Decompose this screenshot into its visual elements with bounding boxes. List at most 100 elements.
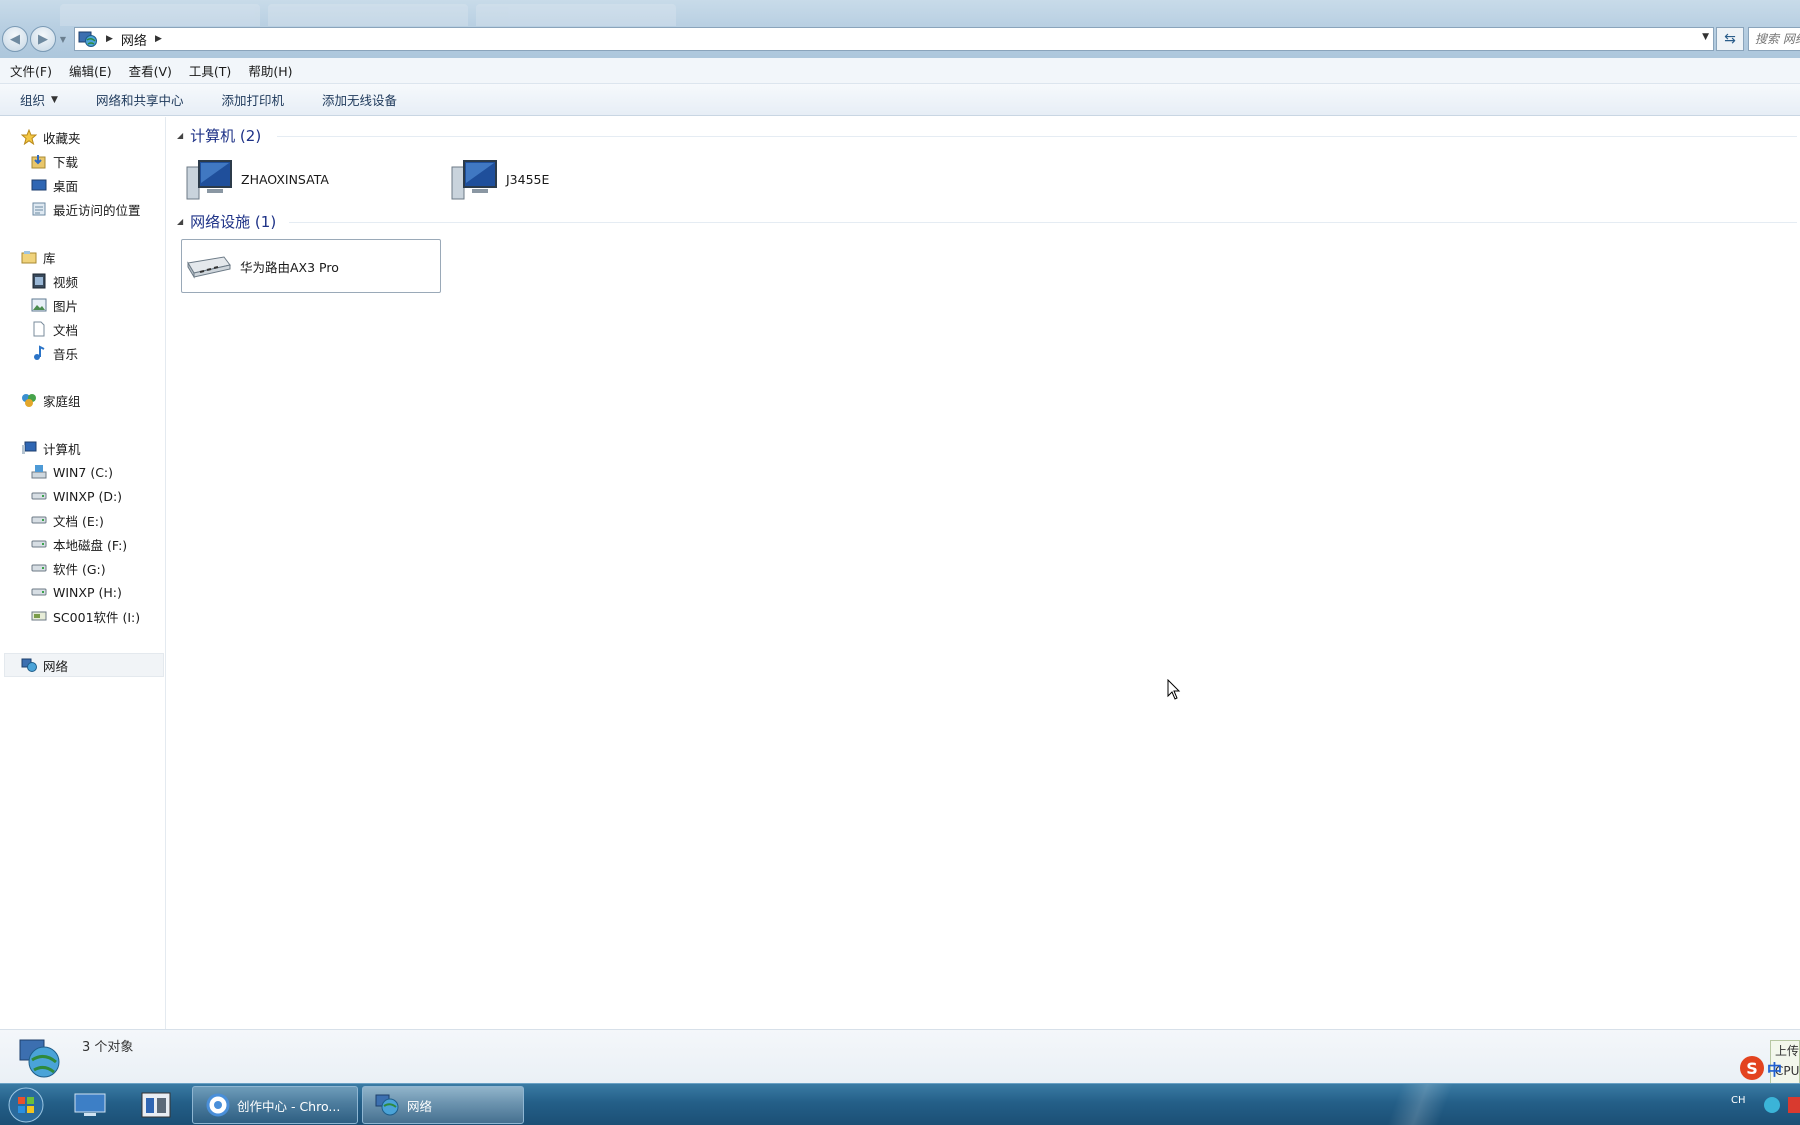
organize-button[interactable]: 组织 ▼ [12,90,66,109]
search-input[interactable] [1749,28,1800,50]
menu-file[interactable]: 文件(F) [4,61,58,80]
menu-edit[interactable]: 编辑(E) [63,61,118,80]
breadcrumb-arrow-icon[interactable]: ▶ [155,34,162,44]
sogou-ime-icon[interactable]: S [1740,1056,1764,1080]
start-button[interactable] [4,1085,48,1125]
mouse-cursor-icon [1167,679,1181,700]
sidebar-item-libraries[interactable]: 库 [20,246,56,268]
address-bar[interactable]: ▶ 网络 ▶ ▼ [74,27,1714,51]
navigation-buttons: ◀ ▶ ▼ [2,26,68,52]
tray-app-icon[interactable] [1764,1097,1780,1113]
sidebar-item-favorites[interactable]: 收藏夹 [20,126,81,148]
sidebar-item-drive-c[interactable]: WIN7 (C:) [30,461,113,483]
network-device-huawei-router[interactable]: 华为路由AX3 Pro [181,239,441,293]
network-computer-j3455e[interactable]: J3455E [450,153,700,205]
sidebar-item-label: WINXP (D:) [53,488,123,504]
network-globe-icon [19,1039,60,1078]
sidebar-item-pictures[interactable]: 图片 [30,294,78,316]
picture-icon [30,297,48,313]
search-box[interactable] [1748,27,1800,51]
sidebar-item-computer[interactable]: 计算机 [20,437,81,459]
tray-app-icon[interactable] [1788,1097,1800,1113]
menu-help[interactable]: 帮助(H) [242,61,298,80]
document-icon [30,321,48,337]
sidebar-item-label: 下载 [53,154,79,170]
desktop-icon [74,1093,106,1116]
add-printer-label: 添加打印机 [221,93,284,108]
sidebar-item-drive-e[interactable]: 文档 (E:) [30,509,104,531]
router-icon [184,244,232,288]
forward-button[interactable]: ▶ [30,26,56,52]
group-header-computers[interactable]: ◢ 计算机 (2) [177,124,261,146]
back-button[interactable]: ◀ [2,26,28,52]
address-dropdown-icon[interactable]: ▼ [1702,32,1709,42]
drive-icon [30,584,48,600]
network-computer-zhaoxinsata[interactable]: ZHAOXINSATA [185,153,435,205]
group-divider [289,222,1797,223]
sidebar-item-homegroup[interactable]: 家庭组 [20,389,81,411]
sidebar-item-downloads[interactable]: 下载 [30,150,78,172]
music-note-icon [30,345,48,361]
drive-icon [30,560,48,576]
sidebar-item-recent-places[interactable]: 最近访问的位置 [30,198,141,220]
sidebar-item-drive-f[interactable]: 本地磁盘 (F:) [30,533,127,555]
navigation-pane: 收藏夹 下载 桌面 最近访问的位置 库 视频 图片 文档 音乐 家庭组 计算机 [0,117,166,1029]
sidebar-item-documents[interactable]: 文档 [30,318,78,340]
sidebar-item-drive-d[interactable]: WINXP (D:) [30,485,122,507]
drive-icon [30,536,48,552]
sidebar-item-label: 软件 (G:) [53,561,106,577]
network-globe-icon [78,31,97,47]
forward-arrow-icon: ▶ [38,31,48,47]
sidebar-item-desktop[interactable]: 桌面 [30,174,78,196]
taskbar-button-network[interactable]: 网络 [362,1086,524,1124]
collapse-triangle-icon[interactable]: ◢ [177,217,183,226]
taskbar-button-chrome[interactable]: 创作中心 - Chro... [192,1086,358,1124]
network-globe-icon [375,1092,401,1118]
computer-name: J3455E [506,171,550,187]
breadcrumb-network[interactable]: 网络 [121,30,147,49]
computer-icon [450,157,498,201]
drive-icon [30,488,48,504]
background-tab [476,4,676,26]
show-desktop-quicklaunch[interactable] [70,1089,110,1121]
add-wireless-device-button[interactable]: 添加无线设备 [314,90,405,109]
back-arrow-icon: ◀ [10,31,20,47]
app-quicklaunch[interactable] [136,1089,176,1121]
sidebar-item-label: 音乐 [53,346,79,362]
sidebar-item-network[interactable]: 网络 [20,654,68,676]
language-indicator[interactable]: CH [1731,1095,1746,1106]
sidebar-item-label: 桌面 [53,178,79,194]
ime-mode-indicator[interactable]: 中 [1767,1059,1782,1080]
libraries-icon [20,249,38,265]
content-pane: ◢ 计算机 (2) ZHAOXINSATA J3455E ◢ 网络设施 (1) … [167,117,1800,1029]
group-header-network-devices[interactable]: ◢ 网络设施 (1) [177,210,276,232]
details-pane: 3 个对象 上传 CPU [0,1029,1800,1084]
sidebar-item-label: 库 [43,250,56,266]
chevron-down-icon: ▼ [51,94,58,105]
menu-view[interactable]: 查看(V) [123,61,178,80]
computer-icon [185,157,233,201]
sidebar-item-label: 图片 [53,298,79,314]
organize-label: 组织 [20,93,46,108]
refresh-button[interactable]: ⇆ [1716,27,1744,51]
sidebar-item-videos[interactable]: 视频 [30,270,78,292]
sidebar-item-drive-g[interactable]: 软件 (G:) [30,557,106,579]
sidebar-item-drive-h[interactable]: WINXP (H:) [30,581,122,603]
system-drive-icon [30,464,48,480]
sidebar-item-label: 文档 [53,322,79,338]
application-icon [141,1092,171,1118]
sidebar-item-music[interactable]: 音乐 [30,342,78,364]
background-tab [268,4,468,26]
network-sharing-center-button[interactable]: 网络和共享中心 [88,90,192,109]
network-sharing-center-label: 网络和共享中心 [95,93,184,108]
drive-icon [30,512,48,528]
recent-pages-dropdown[interactable]: ▼ [58,35,68,44]
menu-tools[interactable]: 工具(T) [183,61,237,80]
add-printer-button[interactable]: 添加打印机 [213,90,292,109]
menu-bar: 文件(F) 编辑(E) 查看(V) 工具(T) 帮助(H) [0,58,1800,84]
breadcrumb-arrow-icon[interactable]: ▶ [106,34,113,44]
removable-drive-icon [30,608,48,624]
collapse-triangle-icon[interactable]: ◢ [177,131,183,140]
sidebar-item-drive-i[interactable]: SC001软件 (I:) [30,605,140,627]
object-count: 3 个对象 [82,1040,134,1055]
